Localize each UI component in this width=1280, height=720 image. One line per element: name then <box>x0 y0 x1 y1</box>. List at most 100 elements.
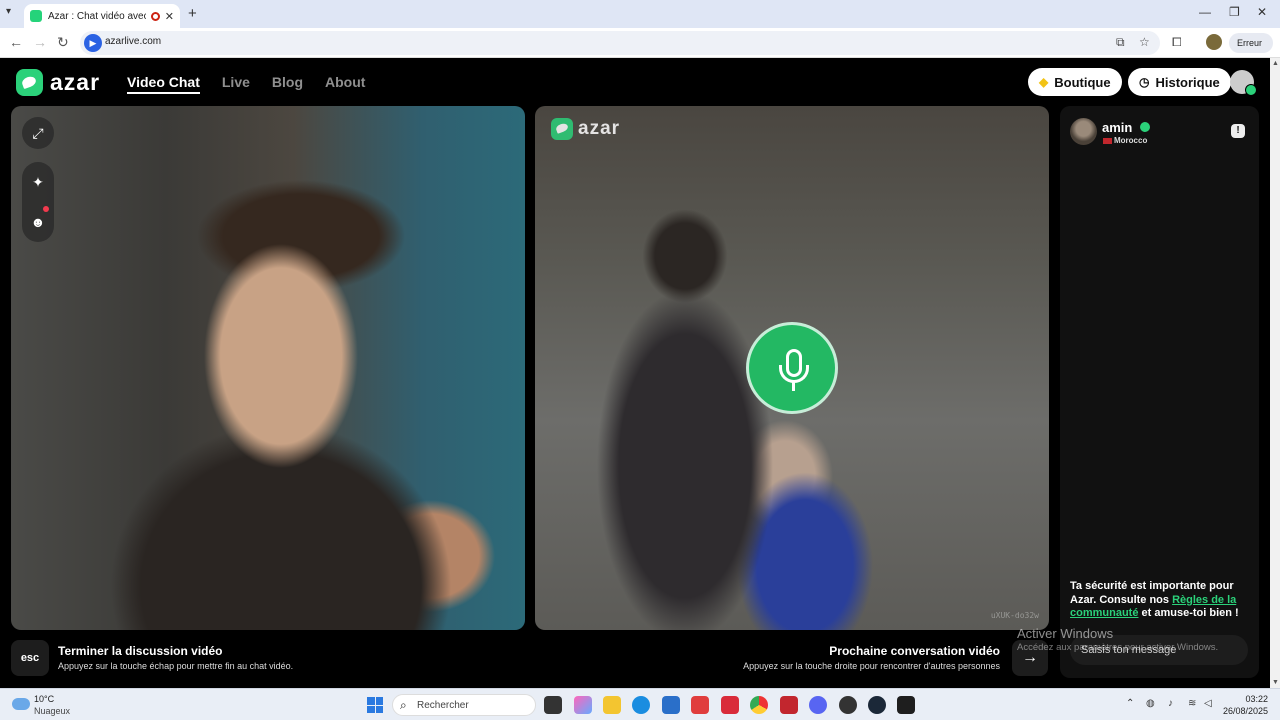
report-shield-icon[interactable]: ! <box>1231 124 1245 138</box>
azar-app: azar Video Chat Live Blog About ◆ Boutiq… <box>0 58 1270 688</box>
partner-name: amin <box>1102 120 1133 135</box>
shop-label: Boutique <box>1054 74 1111 90</box>
tray-chevron-icon[interactable]: ⌃ <box>1126 698 1134 709</box>
end-chat-title: Terminer la discussion vidéo <box>58 644 223 658</box>
edge-browser-icon[interactable] <box>632 696 650 714</box>
end-chat-hint: Appuyez sur la touche échap pour mettre … <box>58 661 294 671</box>
tray-app-icon[interactable]: ◍ <box>1146 698 1155 709</box>
steam-icon[interactable] <box>868 696 886 714</box>
browser-tab[interactable]: Azar : Chat vidéo avec de n ✕ <box>24 4 180 28</box>
verified-badge-icon <box>1140 122 1150 132</box>
scroll-down-icon[interactable]: ▼ <box>1272 679 1279 686</box>
discord-icon[interactable] <box>809 696 827 714</box>
install-app-icon[interactable]: ⧉ <box>1116 35 1125 50</box>
weather-temperature[interactable]: 10°C <box>34 694 54 704</box>
azar-favicon-icon <box>30 10 42 22</box>
error-menu-button[interactable]: Erreur ⋮ <box>1229 33 1273 68</box>
reload-icon[interactable]: ↻ <box>57 34 69 51</box>
video-watermark-logo: azar <box>551 118 620 140</box>
scroll-up-icon[interactable]: ▲ <box>1272 60 1279 67</box>
app-red-2-icon[interactable] <box>721 696 739 714</box>
next-chat-title: Prochaine conversation vidéo <box>829 644 1000 658</box>
page-scrollbar[interactable]: ▲ ▼ <box>1270 58 1280 688</box>
extensions-puzzle-icon[interactable]: ⧠ <box>1172 35 1182 50</box>
remote-video: azar uXUK-do32w <box>535 106 1049 630</box>
tab-close-icon[interactable]: ✕ <box>165 10 174 23</box>
bookmark-star-icon[interactable]: ☆ <box>1139 35 1150 49</box>
azar-logo-icon <box>16 69 43 96</box>
windows-start-icon[interactable] <box>367 697 383 713</box>
taskbar-clock[interactable]: 03:22 26/08/2025 <box>1223 693 1268 717</box>
microphone-icon <box>746 322 838 414</box>
nav-live[interactable]: Live <box>222 74 250 94</box>
morocco-flag-icon <box>1103 138 1112 144</box>
end-chat-esc-button[interactable]: esc <box>11 640 49 676</box>
weather-condition[interactable]: Nuageux <box>34 706 70 716</box>
wifi-icon[interactable]: ≋ <box>1188 698 1196 709</box>
microphone-tray-icon[interactable]: ♪ <box>1168 698 1173 709</box>
clock-date: 26/08/2025 <box>1222 706 1268 716</box>
azar-logo-icon <box>551 118 573 140</box>
taskbar-search-box[interactable]: ⌕ Rechercher <box>392 694 536 716</box>
mic-holder <box>779 365 809 383</box>
terminal-icon[interactable] <box>897 696 915 714</box>
azar-logo[interactable]: azar <box>16 69 100 96</box>
browser-tab-strip: ▾ Azar : Chat vidéo avec de n ✕ + — ❐ ✕ <box>0 0 1280 28</box>
tab-title: Azar : Chat vidéo avec de n <box>48 10 146 22</box>
tab-search-chevron-icon[interactable]: ▾ <box>6 6 11 17</box>
chrome-icon[interactable] <box>750 696 768 714</box>
nav-blog[interactable]: Blog <box>272 74 303 94</box>
expand-icon[interactable]: ⤢ <box>22 117 54 149</box>
local-video: ⤢ ✦ ☻ <box>11 106 525 630</box>
address-bar[interactable]: ▶ azarlive.com <box>80 31 1160 55</box>
history-label: Historique <box>1155 74 1220 90</box>
chat-panel: amin Morocco ! Ta sécurité est important… <box>1060 106 1259 678</box>
new-tab-button[interactable]: + <box>188 5 197 22</box>
windows-taskbar: 10°C Nuageux ⌕ Rechercher ⌃ ◍ ♪ ≋ ◁ 03:2… <box>0 688 1280 720</box>
partner-avatar[interactable] <box>1070 118 1097 145</box>
voicemod-icon[interactable] <box>780 696 798 714</box>
gem-icon: ◆ <box>1039 75 1049 89</box>
app-dark-icon[interactable] <box>839 696 857 714</box>
copilot-icon[interactable] <box>574 696 592 714</box>
nav-about[interactable]: About <box>325 74 365 94</box>
recording-indicator-icon <box>150 11 160 21</box>
app-red-1-icon[interactable] <box>691 696 709 714</box>
forward-arrow-icon[interactable]: → <box>33 34 47 50</box>
search-icon: ⌕ <box>400 698 407 712</box>
activate-windows-title: Activer Windows <box>1017 626 1114 641</box>
azar-logo-text: azar <box>50 69 101 95</box>
back-arrow-icon[interactable]: ← <box>9 34 23 50</box>
effects-toolbar: ✦ ☻ <box>22 162 54 242</box>
window-close-icon[interactable]: ✕ <box>1257 5 1267 19</box>
task-view-icon[interactable] <box>544 696 562 714</box>
shop-button[interactable]: ◆ Boutique <box>1028 68 1122 96</box>
face-filter-icon[interactable]: ☻ <box>22 202 54 242</box>
next-chat-hint: Appuyez sur la touche droite pour rencon… <box>743 661 1000 671</box>
browser-toolbar: ← → ↻ ▶ azarlive.com ⧉ ☆ ⧠ Erreur ⋮ <box>0 28 1280 68</box>
cloud-weather-icon[interactable] <box>12 698 30 710</box>
profile-avatar-icon[interactable] <box>1206 34 1222 50</box>
store-icon[interactable] <box>662 696 680 714</box>
remote-user-id: uXUK-do32w <box>990 611 1039 620</box>
nav-video-chat[interactable]: Video Chat <box>127 74 200 94</box>
user-avatar-button[interactable] <box>1230 70 1257 96</box>
taskbar-search-placeholder: Rechercher <box>417 700 469 711</box>
minimize-icon[interactable]: — <box>1199 5 1211 19</box>
clock-time: 03:22 <box>1245 694 1268 704</box>
partner-country: Morocco <box>1114 136 1148 145</box>
mic-stem <box>792 382 795 391</box>
safety-notice: Ta sécurité est importante pour Azar. Co… <box>1070 580 1254 621</box>
restore-icon[interactable]: ❐ <box>1229 5 1240 19</box>
volume-icon[interactable]: ◁ <box>1204 698 1212 709</box>
url-text[interactable]: azarlive.com <box>105 36 161 47</box>
main-nav: Video Chat Live Blog About <box>127 74 365 94</box>
video-logo-text: azar <box>578 118 621 139</box>
history-button[interactable]: ◷ Historique <box>1128 68 1231 96</box>
error-label: Erreur <box>1237 38 1263 48</box>
site-info-icon[interactable]: ▶ <box>84 34 102 52</box>
file-explorer-icon[interactable] <box>603 696 621 714</box>
sparkle-effects-icon[interactable]: ✦ <box>22 162 54 202</box>
activate-windows-subtitle: Accédez aux paramètres pour activer Wind… <box>1017 642 1219 653</box>
safety-text-end: et amuse-toi bien ! <box>1138 607 1239 619</box>
